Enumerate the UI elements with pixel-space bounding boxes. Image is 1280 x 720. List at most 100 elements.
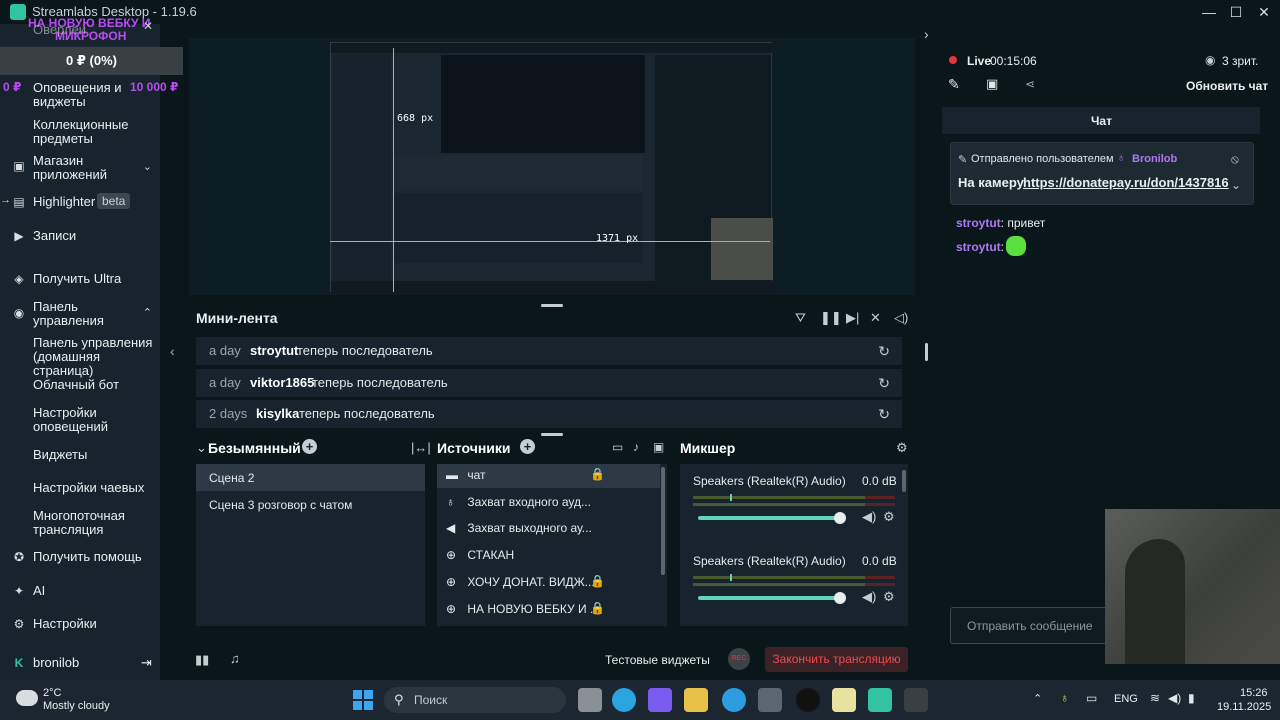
close-button[interactable]: ✕ — [1251, 2, 1277, 22]
scene-collection-chevron-icon[interactable]: ⌄ — [196, 440, 207, 456]
file-explorer-icon[interactable] — [684, 688, 708, 712]
resize-handle[interactable] — [541, 433, 563, 436]
lock-icon[interactable]: 🔒 — [590, 601, 605, 615]
source-item[interactable]: ⊕ НА НОВУЮ ВЕБКУ И ... — [446, 602, 600, 616]
highlighter-icon: ▤ — [13, 195, 25, 209]
volume-slider[interactable] — [698, 516, 840, 520]
copilot-icon[interactable] — [648, 688, 672, 712]
scene-transitions-icon[interactable]: |↔| — [411, 440, 431, 455]
source-item[interactable]: ▬ чат — [446, 468, 486, 482]
pinned-user[interactable]: Bronilob — [1132, 153, 1177, 165]
clock-time[interactable]: 15:26 — [1240, 687, 1268, 699]
tray-chevron-icon[interactable]: ⌃ — [1033, 692, 1042, 705]
scenes-title[interactable]: Безымянный — [208, 440, 301, 456]
lock-icon[interactable]: 🔒 — [590, 574, 605, 588]
filter-icon[interactable]: ⛛ — [795, 310, 806, 326]
streamlabs-taskbar-icon[interactable] — [868, 688, 892, 712]
test-widgets-button[interactable]: Тестовые виджеты — [605, 653, 710, 667]
replay-icon[interactable]: ↻ — [878, 369, 890, 397]
taskbar-search[interactable] — [384, 687, 566, 713]
channel-settings-gear-icon[interactable]: ⚙ — [883, 509, 895, 525]
telegram-icon[interactable] — [612, 688, 636, 712]
task-view-icon[interactable] — [578, 688, 602, 712]
volume-slider-knob[interactable] — [834, 592, 846, 604]
volume-meter-peak — [865, 496, 895, 499]
live-label: Live — [967, 54, 992, 68]
store-app-icon[interactable] — [758, 688, 782, 712]
chat-username: stroytut — [956, 216, 1001, 230]
volume-tray-icon[interactable]: ◀) — [1168, 691, 1181, 705]
replay-icon[interactable]: ↻ — [878, 337, 890, 365]
resize-handle[interactable] — [541, 304, 563, 307]
language-indicator[interactable]: ENG — [1114, 693, 1138, 705]
chat-message: stroytut: — [956, 240, 1005, 254]
title-bar: Streamlabs Desktop - 1.19.6 — ☐ ✕ — [0, 0, 1280, 24]
sidebar-item-overlays[interactable]: Оверлеи — [33, 22, 86, 37]
chevron-down-icon[interactable]: ⌄ — [143, 160, 152, 173]
logout-icon[interactable]: ⇥ — [141, 655, 152, 671]
resize-handle-vertical[interactable] — [925, 343, 928, 361]
replay-icon[interactable]: ↻ — [878, 400, 890, 428]
source-audio-icon[interactable]: ♪ — [633, 440, 639, 454]
source-item[interactable]: ♁ Захват входного ауд... — [446, 495, 591, 509]
edge-icon[interactable] — [722, 688, 746, 712]
mute-notifications-icon[interactable]: ✕ — [870, 310, 881, 326]
clock-date[interactable]: 19.11.2025 — [1217, 701, 1271, 713]
volume-icon[interactable]: ◁) — [894, 310, 908, 326]
keyboard-icon[interactable]: ▭ — [1086, 691, 1097, 705]
tiktok-icon[interactable] — [796, 688, 820, 712]
mixer-channel-db: 0.0 dB — [862, 554, 897, 568]
weather-desc[interactable]: Mostly cloudy — [43, 700, 110, 712]
sources-scrollbar[interactable] — [661, 467, 665, 575]
pinned-link[interactable]: https://donatepay.ru/don/1437816 — [1023, 175, 1229, 190]
volume-slider-knob[interactable] — [834, 512, 846, 524]
app-icon[interactable] — [904, 688, 928, 712]
battery-icon[interactable]: ▮ — [1188, 691, 1195, 705]
notifications-bell-icon[interactable]: ♫ — [230, 651, 240, 666]
source-item[interactable]: ◀ Захват выходного ау... — [446, 521, 592, 535]
minimize-button[interactable]: — — [1196, 2, 1222, 22]
chevron-up-icon[interactable]: ⌃ — [143, 306, 152, 319]
speaker-mute-icon[interactable]: ◀) — [862, 589, 876, 605]
source-item[interactable]: ⊕ СТАКАН — [446, 548, 514, 562]
goal-progress-bar: 0 ₽ (0%) — [0, 47, 183, 75]
skip-icon[interactable]: ▶| — [846, 310, 859, 326]
windows-start-icon[interactable] — [353, 690, 373, 710]
camera-icon[interactable]: ▣ — [986, 76, 998, 92]
lock-icon[interactable]: 🔒 — [590, 467, 605, 481]
end-stream-button[interactable]: Закончить трансляцию — [765, 647, 908, 672]
close-icon[interactable]: ✕ — [143, 19, 153, 33]
channel-settings-gear-icon[interactable]: ⚙ — [883, 589, 895, 605]
volume-slider[interactable] — [698, 596, 840, 600]
add-scene-button[interactable]: + — [302, 439, 317, 454]
tray-mic-icon[interactable]: ♁ — [1060, 691, 1069, 705]
feed-row: 2 days kisylka теперь последователь ↻ — [196, 400, 902, 428]
pause-icon[interactable]: ❚❚ — [820, 310, 842, 326]
source-display-icon[interactable]: ▭ — [612, 440, 623, 454]
add-folder-icon[interactable]: ▣ — [653, 440, 664, 454]
wifi-icon[interactable]: ≋ — [1150, 691, 1160, 705]
record-button[interactable]: REC — [728, 648, 750, 670]
refresh-chat-button[interactable]: Обновить чат — [1186, 79, 1268, 93]
mixer-settings-gear-icon[interactable]: ⚙ — [896, 440, 908, 456]
volume-meter — [693, 583, 865, 586]
share-icon[interactable]: ⋖ — [1025, 77, 1035, 91]
collapse-sidebar-icon[interactable]: ‹ — [170, 343, 175, 359]
mixer-channel-name: Speakers (Realtek(R) Audio) — [693, 474, 846, 488]
source-item[interactable]: ⊕ ХОЧУ ДОНАТ. ВИДЖ... — [446, 575, 595, 589]
unpin-icon[interactable]: ⦸ — [1231, 152, 1239, 167]
add-source-button[interactable]: + — [520, 439, 535, 454]
maximize-button[interactable]: ☐ — [1223, 2, 1249, 22]
crown-app-icon[interactable] — [832, 688, 856, 712]
collapse-chat-icon[interactable]: › — [924, 26, 929, 42]
weather-temp[interactable]: 2°C — [43, 687, 61, 699]
scene-item[interactable]: Сцена 2 — [209, 471, 254, 485]
chevron-down-icon[interactable]: ⌄ — [1231, 178, 1241, 192]
edit-pencil-icon[interactable]: ✎ — [948, 76, 960, 93]
preview-screen-capture[interactable] — [330, 42, 773, 293]
viewer-count: 3 зрит. — [1222, 54, 1259, 68]
performance-stats-icon[interactable]: ▮▮ — [195, 652, 209, 668]
mixer-scrollbar[interactable] — [902, 470, 906, 492]
speaker-mute-icon[interactable]: ◀) — [862, 509, 876, 525]
scene-item[interactable]: Сцена 3 розговор с чатом — [209, 498, 352, 512]
